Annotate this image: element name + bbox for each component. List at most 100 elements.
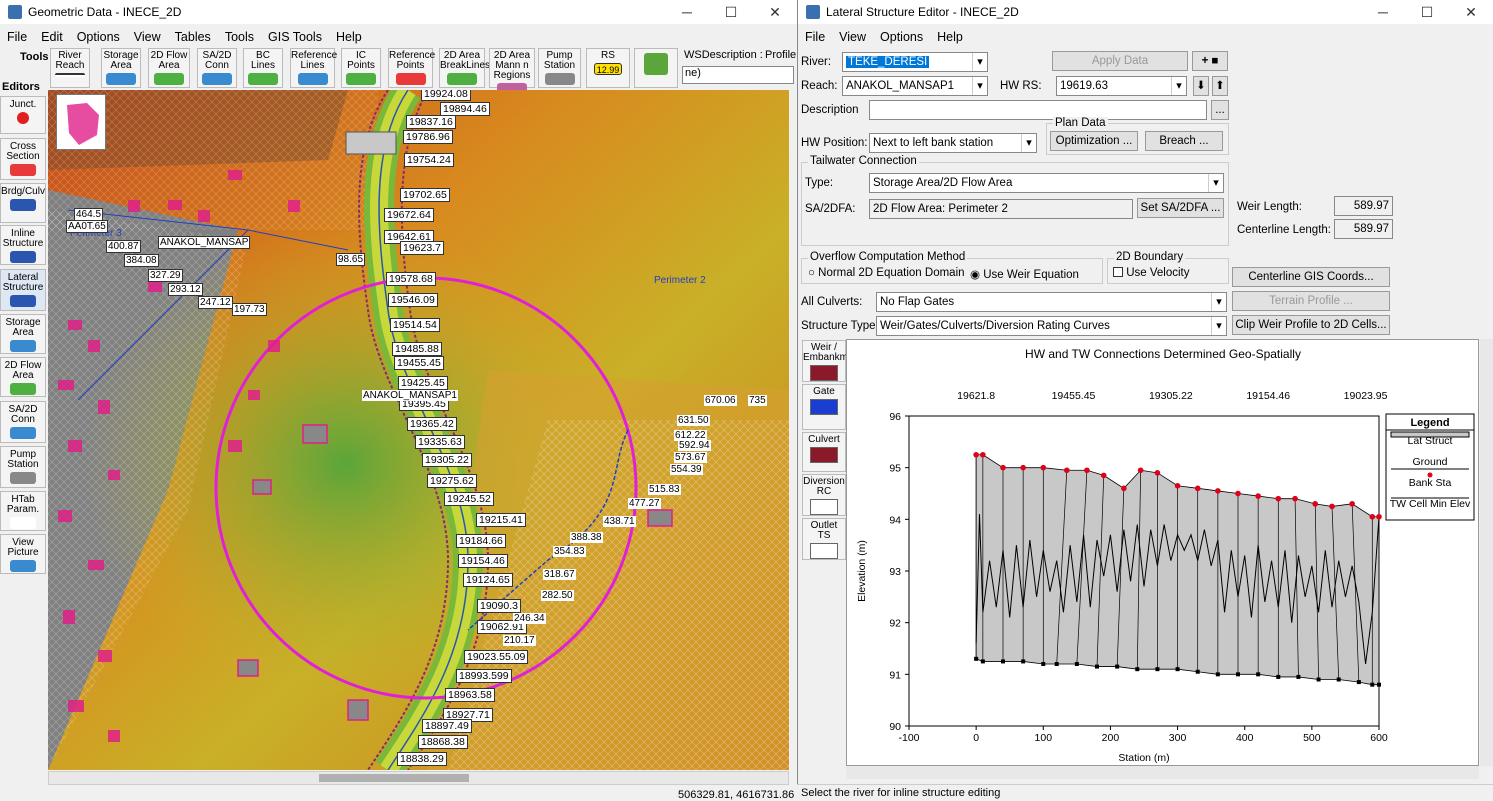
toolbar-ic-points-button[interactable]: IC Points: [341, 48, 381, 88]
terrain-profile-button[interactable]: Terrain Profile ...: [1232, 291, 1390, 311]
editor-storage-area-button[interactable]: Storage Area: [0, 314, 46, 354]
outlet-ts-button[interactable]: Outlet TS: [802, 518, 846, 560]
toolbar-pump-station-button[interactable]: Pump Station: [538, 48, 581, 88]
xs-label[interactable]: 19090.3: [477, 599, 521, 613]
toolbar-2d-area-mann-n-regions-button[interactable]: 2D Area Mann n Regions: [489, 48, 535, 95]
all-culverts-select[interactable]: No Flap Gates: [876, 292, 1227, 312]
geo-menu-tools[interactable]: Tools: [218, 30, 261, 44]
hwrs-select[interactable]: 19619.63: [1056, 76, 1187, 96]
xs-label[interactable]: 19215.41: [476, 513, 526, 527]
use-velocity-checkbox[interactable]: Use Velocity: [1113, 267, 1189, 279]
geo-menu-help[interactable]: Help: [329, 30, 369, 44]
xs-label[interactable]: 19514.54: [390, 318, 440, 332]
optimization-button[interactable]: Optimization ...: [1050, 131, 1138, 151]
set-sa2dfa-button[interactable]: Set SA/2DFA ...: [1137, 198, 1224, 218]
toolbar-river-reach-button[interactable]: River Reach: [50, 48, 90, 88]
editor-junction-button[interactable]: Junct.: [0, 96, 46, 134]
xs-label[interactable]: 19894.46: [440, 102, 490, 116]
structure-type-select[interactable]: Weir/Gates/Culverts/Diversion Rating Cur…: [876, 316, 1227, 336]
chart-hscrollbar[interactable]: [846, 766, 1479, 779]
xs-label[interactable]: 19754.24: [404, 153, 454, 167]
xs-label[interactable]: 19786.96: [403, 130, 453, 144]
breach-button[interactable]: Breach ...: [1145, 131, 1223, 151]
xs-label[interactable]: 19485.88: [392, 342, 442, 356]
xs-label[interactable]: 18868.38: [418, 735, 468, 749]
toolbar-2d-flow-area-button[interactable]: 2D Flow Area: [148, 48, 190, 88]
xs-label[interactable]: 19124.65: [463, 573, 513, 587]
xs-label[interactable]: 19702.65: [400, 188, 450, 202]
clip-weir-button[interactable]: Clip Weir Profile to 2D Cells...: [1232, 315, 1390, 335]
map-canvas[interactable]: 19924.08 19894.46 19837.16 19786.96 19754.24…: [48, 90, 789, 770]
xs-label[interactable]: 19672.64: [384, 208, 434, 222]
gate-button[interactable]: Gate: [802, 384, 846, 430]
xs-label[interactable]: 19154.46: [458, 554, 508, 568]
lse-menu-view[interactable]: View: [832, 30, 873, 44]
xs-label[interactable]: 19275.62: [427, 474, 477, 488]
maximize-icon[interactable]: ☐: [1405, 0, 1449, 24]
river-select[interactable]: TEKE_DERESI: [842, 52, 988, 72]
editor-inline-structure-button[interactable]: Inline Structure: [0, 225, 46, 265]
centerline-gis-button[interactable]: Centerline GIS Coords...: [1232, 267, 1390, 287]
minimize-icon[interactable]: ─: [1361, 0, 1405, 24]
geo-menu-options[interactable]: Options: [70, 30, 127, 44]
next-up-button[interactable]: ⬆: [1212, 76, 1228, 96]
xs-label[interactable]: 19455.45: [394, 356, 444, 370]
xs-label[interactable]: 18897.49: [422, 719, 472, 733]
profile-select[interactable]: ne): [682, 66, 794, 84]
geo-hscrollbar[interactable]: [48, 771, 789, 785]
toolbar-reference-lines-button[interactable]: Reference Lines: [290, 48, 337, 88]
map-thumbnail[interactable]: [56, 94, 106, 150]
editor-lateral-structure-button[interactable]: Lateral Structure: [0, 269, 46, 311]
toolbar-2d-area-breaklines-button[interactable]: 2D Area BreakLines: [439, 48, 490, 88]
use-weir-radio[interactable]: ◉ Use Weir Equation: [970, 267, 1079, 281]
toolbar-sa-2d-conn-button[interactable]: SA/2D Conn: [197, 48, 237, 88]
chart-vscrollbar[interactable]: [1480, 339, 1493, 766]
close-icon[interactable]: ✕: [753, 0, 797, 24]
xs-label[interactable]: 18993.599: [456, 669, 512, 683]
editor-bridge-culvert-button[interactable]: Brdg/Culv: [0, 183, 46, 223]
xs-label[interactable]: 19305.22: [422, 453, 472, 467]
xs-label[interactable]: 19924.08: [421, 90, 471, 101]
toolbar-storage-area-button[interactable]: Storage Area: [101, 48, 141, 88]
toolbar-reference-points-button[interactable]: Reference Points: [388, 48, 435, 88]
xs-label[interactable]: 19623.7: [400, 241, 444, 255]
lse-menu-file[interactable]: File: [798, 30, 832, 44]
editor-view-picture-button[interactable]: View Picture: [0, 534, 46, 574]
xs-label[interactable]: 19245.52: [444, 492, 494, 506]
close-icon[interactable]: ✕: [1449, 0, 1493, 24]
xs-label[interactable]: 19023.55.09: [464, 650, 529, 664]
diversion-rc-button[interactable]: Diversion RC: [802, 474, 846, 516]
xs-label[interactable]: 19546.09: [388, 293, 438, 307]
next-down-button[interactable]: ⬇: [1193, 76, 1209, 96]
type-select[interactable]: Storage Area/2D Flow Area: [869, 173, 1224, 193]
toolbar-rs-button[interactable]: RS 12.99: [586, 48, 630, 88]
lse-menu-options[interactable]: Options: [873, 30, 930, 44]
editor-pump-station-button[interactable]: Pump Station: [0, 446, 46, 488]
maximize-icon[interactable]: ☐: [709, 0, 753, 24]
xs-label[interactable]: 19425.45: [398, 376, 448, 390]
description-more-button[interactable]: ...: [1211, 100, 1229, 120]
editor-sa-2d-conn-button[interactable]: SA/2D Conn: [0, 401, 46, 443]
geo-scroll-thumb[interactable]: [319, 774, 469, 782]
geo-menu-gis-tools[interactable]: GIS Tools: [261, 30, 329, 44]
editor-2d-flow-area-button[interactable]: 2D Flow Area: [0, 357, 46, 397]
hw-position-select[interactable]: Next to left bank station: [869, 133, 1037, 153]
editor-cross-section-button[interactable]: Cross Section: [0, 138, 46, 180]
culvert-button[interactable]: Culvert: [802, 432, 846, 472]
xs-label[interactable]: 18838.29: [397, 752, 447, 766]
geo-menu-tables[interactable]: Tables: [168, 30, 218, 44]
description-input[interactable]: [869, 100, 1207, 120]
xs-label[interactable]: 19365.42: [407, 417, 457, 431]
apply-data-button[interactable]: Apply Data: [1052, 51, 1188, 71]
geo-menu-file[interactable]: File: [0, 30, 34, 44]
toolbar-bc-lines-button[interactable]: BC Lines: [243, 48, 283, 88]
reach-select[interactable]: ANAKOL_MANSAP1: [842, 76, 988, 96]
add-structure-button[interactable]: + ■: [1192, 51, 1228, 71]
xs-label[interactable]: 19184.66: [456, 534, 506, 548]
weir-embankment-button[interactable]: Weir / Embankment: [802, 340, 862, 382]
minimize-icon[interactable]: ─: [665, 0, 709, 24]
geo-menu-view[interactable]: View: [127, 30, 168, 44]
xs-label[interactable]: 19335.63: [415, 435, 465, 449]
geo-menu-edit[interactable]: Edit: [34, 30, 70, 44]
xs-label[interactable]: 19837.16: [406, 115, 456, 129]
